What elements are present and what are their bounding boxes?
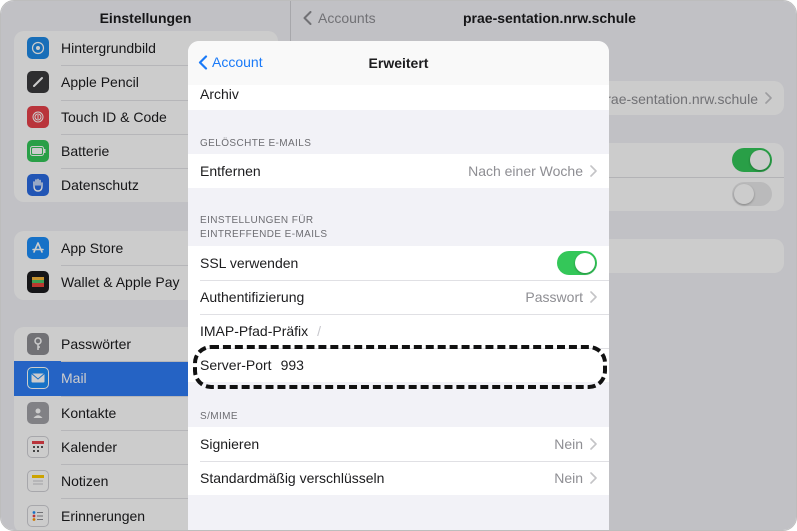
sign-label: Signieren xyxy=(200,436,260,452)
remove-label: Entfernen xyxy=(200,163,261,179)
imap-prefix-input[interactable]: / xyxy=(317,323,321,339)
mailbox-behavior-group: Archiv xyxy=(188,85,609,110)
chevron-right-icon xyxy=(590,472,597,484)
remove-value: Nach einer Woche xyxy=(468,163,583,179)
section-header-smime: S/MIME xyxy=(200,411,238,422)
server-port-row[interactable]: Server-Port 993 xyxy=(188,348,609,382)
sign-value: Nein xyxy=(554,436,583,452)
section-header-deleted: GELÖSCHTE E-MAILS xyxy=(200,138,312,149)
remove-row[interactable]: Entfernen Nach einer Woche xyxy=(188,154,609,188)
encrypt-row[interactable]: Standardmäßig verschlüsseln Nein xyxy=(188,461,609,495)
server-port-label: Server-Port xyxy=(200,357,272,373)
smime-group: Signieren Nein Standardmäßig verschlüsse… xyxy=(188,427,609,495)
chevron-right-icon xyxy=(590,291,597,303)
sheet-nav-bar: Account Erweitert xyxy=(188,41,609,85)
auth-value: Passwort xyxy=(525,289,583,305)
section-header-line: EINTREFFENDE E-MAILS xyxy=(200,229,328,240)
deleted-mail-group: Entfernen Nach einer Woche xyxy=(188,154,609,188)
imap-prefix-row[interactable]: IMAP-Pfad-Präfix / xyxy=(188,314,609,348)
chevron-left-icon xyxy=(198,54,208,70)
chevron-right-icon xyxy=(590,438,597,450)
back-label: Account xyxy=(212,54,263,70)
auth-label: Authentifizierung xyxy=(200,289,305,305)
auth-row[interactable]: Authentifizierung Passwort xyxy=(188,280,609,314)
ssl-toggle[interactable] xyxy=(557,251,597,275)
section-header-line: EINSTELLUNGEN FÜR xyxy=(200,215,314,226)
ssl-label: SSL verwenden xyxy=(200,255,299,271)
ipad-screen: Einstellungen Hintergrundbild Apple Penc… xyxy=(0,0,797,531)
ssl-row: SSL verwenden xyxy=(188,246,609,280)
imap-prefix-label: IMAP-Pfad-Präfix xyxy=(200,323,309,339)
sign-row[interactable]: Signieren Nein xyxy=(188,427,609,461)
chevron-right-icon xyxy=(590,165,597,177)
archive-label: Archiv xyxy=(200,86,239,102)
incoming-settings-group: SSL verwenden Authentifizierung Passwort… xyxy=(188,246,609,382)
advanced-settings-sheet: Account Erweitert Archiv GELÖSCHTE E-MAI… xyxy=(188,41,609,530)
server-port-input[interactable]: 993 xyxy=(281,357,304,373)
archive-row[interactable]: Archiv xyxy=(188,85,609,110)
account-back-button[interactable]: Account xyxy=(198,54,263,70)
section-header-incoming: EINSTELLUNGEN FÜR EINTREFFENDE E-MAILS xyxy=(200,214,327,242)
encrypt-value: Nein xyxy=(554,470,583,486)
encrypt-label: Standardmäßig verschlüsseln xyxy=(200,470,385,486)
